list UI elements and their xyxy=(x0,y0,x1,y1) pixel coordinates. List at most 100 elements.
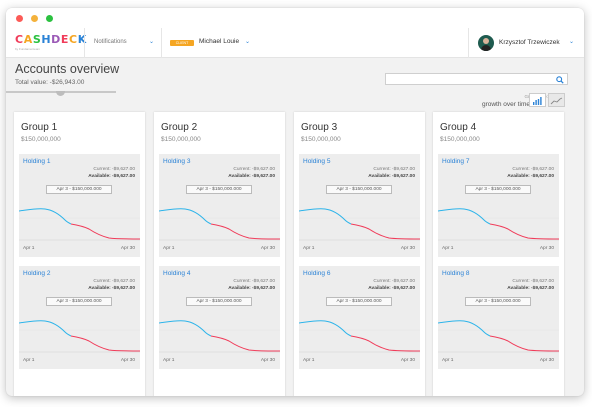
avatar-body xyxy=(481,45,491,51)
holding-name[interactable]: Holding 5 xyxy=(303,158,330,165)
chart-start-label: Apr 1 xyxy=(23,358,35,363)
chart-line-positive xyxy=(19,320,72,337)
holding-available: Available: -$9,627.00 xyxy=(228,286,275,291)
user-menu[interactable]: Krzysztof Trzewiczek xyxy=(499,39,560,46)
group-card: Group 3 $150,000,000 Holding 5 Current: -$9… xyxy=(294,112,425,396)
holding-current: Current: -$9,627.00 xyxy=(512,279,554,284)
holding-available: Available: -$9,627.00 xyxy=(88,286,135,291)
chart-end-label: Apr 30 xyxy=(260,246,275,251)
holding-card[interactable]: Holding 4 Current: -$9,627.00 Available: -… xyxy=(159,266,280,369)
holding-name[interactable]: Holding 7 xyxy=(442,158,469,165)
holding-current: Current: -$9,627.00 xyxy=(373,279,415,284)
client-badge: CLIENT xyxy=(170,40,194,46)
chart-end-label: Apr 30 xyxy=(400,246,415,251)
chart-line-negative xyxy=(70,335,140,352)
chart-line-positive xyxy=(159,320,212,337)
chart-line-negative xyxy=(489,223,559,240)
holding-line-chart xyxy=(299,320,420,353)
holding-current: Current: -$9,627.00 xyxy=(93,279,135,284)
chart-line-positive xyxy=(438,208,491,225)
chart-tooltip: Apr 3 - $150,000.000 xyxy=(326,185,392,194)
holding-line-chart xyxy=(159,320,280,353)
chart-end-label: Apr 30 xyxy=(260,358,275,363)
chart-line-negative xyxy=(350,335,420,352)
chart-end-label: Apr 30 xyxy=(120,246,135,251)
chart-line-negative xyxy=(210,223,280,240)
bar-graph-button[interactable] xyxy=(529,93,546,107)
holding-card[interactable]: Holding 1 Current: -$9,627.00 Available: -… xyxy=(19,154,140,257)
logo-letter: K xyxy=(77,33,87,46)
page-title: Accounts overview xyxy=(15,62,120,76)
chart-line-negative xyxy=(70,223,140,240)
chart-tooltip: Apr 3 - $150,000.000 xyxy=(186,185,252,194)
group-value: $150,000,000 xyxy=(161,136,201,143)
line-graph-button[interactable] xyxy=(548,93,565,107)
search-icon[interactable] xyxy=(556,76,564,84)
client-selector[interactable]: Michael Louie xyxy=(199,38,239,45)
holding-available: Available: -$9,627.00 xyxy=(368,286,415,291)
avatar[interactable] xyxy=(478,35,494,51)
holding-line-chart xyxy=(438,208,559,241)
group-name[interactable]: Group 4 xyxy=(440,122,476,133)
chart-start-label: Apr 1 xyxy=(23,246,35,251)
holding-line-chart xyxy=(19,320,140,353)
chevron-down-icon[interactable]: ⌄ xyxy=(245,38,250,45)
avatar-head xyxy=(483,38,489,44)
group-value: $150,000,000 xyxy=(21,136,61,143)
holding-available: Available: -$9,627.00 xyxy=(228,174,275,179)
holding-card[interactable]: Holding 8 Current: -$9,627.00 Available: -… xyxy=(438,266,559,369)
window-titlebar xyxy=(6,8,584,28)
holding-name[interactable]: Holding 6 xyxy=(303,270,330,277)
holding-name[interactable]: Holding 3 xyxy=(163,158,190,165)
group-name[interactable]: Group 1 xyxy=(21,122,57,133)
chevron-down-icon[interactable]: ⌄ xyxy=(569,38,574,45)
chart-tooltip: Apr 3 - $150,000.000 xyxy=(465,185,531,194)
chart-start-label: Apr 1 xyxy=(442,358,454,363)
chart-tooltip: Apr 3 - $150,000.000 xyxy=(46,297,112,306)
holding-card[interactable]: Holding 5 Current: -$9,627.00 Available: -… xyxy=(299,154,420,257)
chart-line-negative xyxy=(350,223,420,240)
group-name[interactable]: Group 2 xyxy=(161,122,197,133)
app-window: CASHDECK by Fundamenteam Notifications ⌄… xyxy=(6,8,584,396)
holding-name[interactable]: Holding 1 xyxy=(23,158,50,165)
chart-start-label: Apr 1 xyxy=(303,246,315,251)
logo-letter: D xyxy=(51,33,61,46)
close-window-button[interactable] xyxy=(16,15,23,22)
group-value: $150,000,000 xyxy=(440,136,480,143)
chart-start-label: Apr 1 xyxy=(163,246,175,251)
app-logo[interactable]: CASHDECK xyxy=(15,33,87,46)
minimize-window-button[interactable] xyxy=(31,15,38,22)
holding-name[interactable]: Holding 8 xyxy=(442,270,469,277)
holding-card[interactable]: Holding 2 Current: -$9,627.00 Available: -… xyxy=(19,266,140,369)
holding-name[interactable]: Holding 4 xyxy=(163,270,190,277)
chart-tooltip: Apr 3 - $150,000.000 xyxy=(46,185,112,194)
holding-line-chart xyxy=(159,208,280,241)
holding-name[interactable]: Holding 2 xyxy=(23,270,50,277)
search-input[interactable] xyxy=(385,73,568,85)
collapse-handle[interactable] xyxy=(56,91,65,96)
group-value: $150,000,000 xyxy=(301,136,341,143)
logo-subtitle: by Fundamenteam xyxy=(15,47,41,51)
notifications-label: Notifications xyxy=(94,39,127,45)
group-name[interactable]: Group 3 xyxy=(301,122,337,133)
maximize-window-button[interactable] xyxy=(46,15,53,22)
holding-card[interactable]: Holding 3 Current: -$9,627.00 Available: -… xyxy=(159,154,280,257)
logo-letter: E xyxy=(60,33,70,46)
holding-card[interactable]: Holding 6 Current: -$9,627.00 Available: -… xyxy=(299,266,420,369)
logo-letter: H xyxy=(41,33,52,46)
chart-start-label: Apr 1 xyxy=(442,246,454,251)
chevron-down-icon[interactable]: ⌄ xyxy=(149,38,154,45)
holding-current: Current: -$9,627.00 xyxy=(233,279,275,284)
notifications-menu[interactable]: Notifications xyxy=(94,39,127,45)
client-name: Michael Louie xyxy=(199,38,240,45)
chart-tooltip: Apr 3 - $150,000.000 xyxy=(465,297,531,306)
holding-available: Available: -$9,627.00 xyxy=(368,174,415,179)
chart-line-positive xyxy=(159,208,212,225)
holding-current: Current: -$9,627.00 xyxy=(93,167,135,172)
holding-current: Current: -$9,627.00 xyxy=(512,167,554,172)
holding-available: Available: -$9,627.00 xyxy=(507,174,554,179)
holding-current: Current: -$9,627.00 xyxy=(233,167,275,172)
holding-card[interactable]: Holding 7 Current: -$9,627.00 Available: -… xyxy=(438,154,559,257)
bar-graph-icon xyxy=(533,97,542,105)
holding-available: Available: -$9,627.00 xyxy=(88,174,135,179)
